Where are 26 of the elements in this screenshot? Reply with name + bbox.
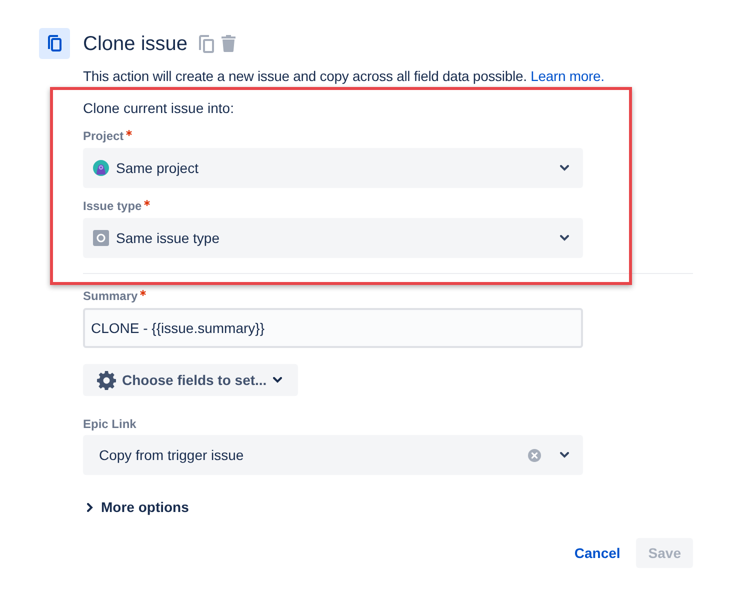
ring-square-icon bbox=[93, 230, 109, 246]
field-label: Issue type bbox=[83, 198, 693, 214]
learn-more-link[interactable]: Learn more. bbox=[530, 68, 604, 84]
copy-icon[interactable] bbox=[198, 34, 214, 52]
chevron-down-icon bbox=[272, 377, 282, 383]
choose-fields-button[interactable]: Choose fields to set... bbox=[83, 364, 298, 396]
epic-link-select[interactable]: Copy from trigger issue bbox=[83, 435, 583, 475]
trash-icon[interactable] bbox=[220, 35, 236, 52]
chevron-down-icon bbox=[560, 165, 569, 171]
summary-field[interactable]: CLONE - {{issue.summary}} bbox=[83, 308, 583, 348]
dialog-title: Clone issue bbox=[83, 32, 188, 56]
cancel-link[interactable]: Cancel bbox=[574, 538, 620, 568]
field-label: Project bbox=[83, 128, 693, 144]
project-avatar-icon bbox=[93, 160, 109, 176]
issue-type-select[interactable]: Same issue type bbox=[83, 218, 583, 258]
more-options-button[interactable]: More options bbox=[83, 495, 189, 519]
description-text: This action will create a new issue and copy across all field data possible. Learn more. bbox=[83, 67, 606, 86]
clear-icon[interactable] bbox=[528, 448, 541, 462]
chevron-down-icon bbox=[560, 235, 569, 241]
field-label: Epic Link bbox=[83, 416, 138, 432]
chevron-down-icon bbox=[560, 452, 569, 458]
project-select[interactable]: Same project bbox=[83, 148, 583, 188]
field-label: Summary bbox=[83, 288, 693, 304]
settings-icon bbox=[97, 370, 116, 390]
section-intro-text: Clone current issue into: bbox=[83, 99, 235, 118]
copy-icon bbox=[39, 28, 70, 59]
